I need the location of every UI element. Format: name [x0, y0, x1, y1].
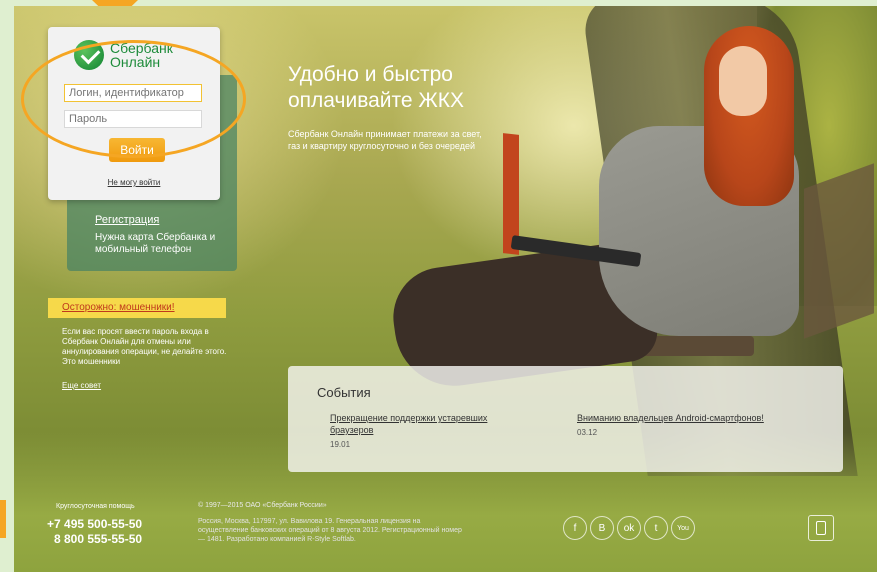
twitter-icon[interactable]: t: [644, 516, 668, 540]
events-panel: События Прекращение поддержки устаревших…: [288, 366, 843, 472]
support-label: Круглосуточная помощь: [56, 503, 135, 510]
odnoklassniki-icon[interactable]: ok: [617, 516, 641, 540]
fraud-warning-text: Если вас просят ввести пароль входа в Сб…: [62, 327, 227, 366]
registration-note: Нужна карта Сбербанка и мобильный телефо…: [95, 232, 216, 255]
event-link[interactable]: Прекращение поддержки устаревших браузер…: [330, 412, 530, 436]
social-links: f B ok t You: [563, 516, 695, 540]
mobile-phone-icon: [816, 521, 826, 535]
footer-address: Россия, Москва, 117997, ул. Вавилова 19.…: [198, 518, 462, 543]
footer-copyright: © 1997—2015 ОАО «Сбербанк России»: [198, 502, 327, 509]
promo-headline: Удобно и быстро оплачивайте ЖКХ: [288, 63, 465, 112]
event-link[interactable]: Вниманию владельцев Android-смартфонов!: [577, 412, 817, 424]
support-phone-moscow[interactable]: +7 495 500-55-50: [47, 517, 142, 531]
event-date: 03.12: [577, 428, 598, 437]
vkontakte-icon[interactable]: B: [590, 516, 614, 540]
event-date: 19.01: [330, 440, 351, 449]
support-phone-tollfree[interactable]: 8 800 555-55-50: [54, 532, 142, 546]
fraud-more-tips-link[interactable]: Еще совет: [62, 381, 101, 390]
mobile-version-button[interactable]: [808, 515, 834, 541]
background-person-face: [719, 46, 767, 116]
background-bench-back: [804, 163, 874, 339]
fraud-warning-title[interactable]: Осторожно: мошенники!: [48, 298, 226, 318]
highlight-oval: [21, 40, 246, 158]
facebook-icon[interactable]: f: [563, 516, 587, 540]
highlight-marker: [0, 500, 6, 538]
promo-subline: Сбербанк Онлайн принимает платежи за све…: [288, 129, 482, 151]
cant-login-link[interactable]: Не могу войти: [48, 178, 220, 187]
events-title: События: [317, 385, 371, 400]
event-item: Вниманию владельцев Android-смартфонов! …: [577, 412, 817, 437]
event-item: Прекращение поддержки устаревших браузер…: [330, 412, 530, 449]
registration-link[interactable]: Регистрация: [95, 214, 159, 226]
youtube-icon[interactable]: You: [671, 516, 695, 540]
